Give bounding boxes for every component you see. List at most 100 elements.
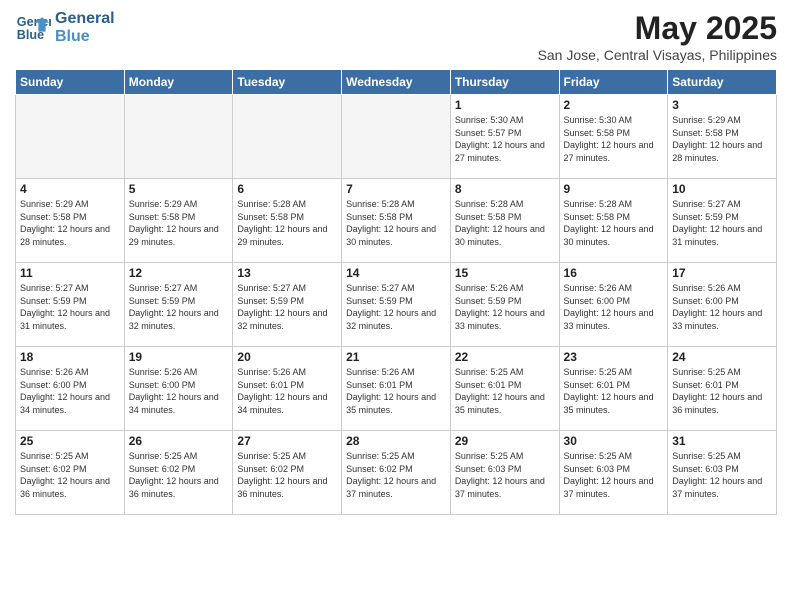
calendar-day-cell: 18 Sunrise: 5:26 AM Sunset: 6:00 PM Dayli…: [16, 347, 125, 431]
day-number: 15: [455, 266, 555, 280]
calendar-header-cell: Thursday: [450, 70, 559, 95]
day-number: 24: [672, 350, 772, 364]
calendar-day-cell: 20 Sunrise: 5:26 AM Sunset: 6:01 PM Dayli…: [233, 347, 342, 431]
logo: General Blue General Blue: [15, 10, 115, 46]
calendar-day-cell: 22 Sunrise: 5:25 AM Sunset: 6:01 PM Dayli…: [450, 347, 559, 431]
calendar-day-cell: 10Sunrise: 5:27 AM Sunset: 5:59 PM Dayli…: [668, 179, 777, 263]
calendar-header-cell: Sunday: [16, 70, 125, 95]
day-info: Sunrise: 5:28 AM Sunset: 5:58 PM Dayligh…: [346, 198, 446, 248]
day-number: 21: [346, 350, 446, 364]
calendar-day-cell: 31 Sunrise: 5:25 AM Sunset: 6:03 PM Dayli…: [668, 431, 777, 515]
calendar-day-cell: 25Sunrise: 5:25 AM Sunset: 6:02 PM Dayli…: [16, 431, 125, 515]
calendar-day-cell: 4 Sunrise: 5:29 AM Sunset: 5:58 PM Daylig…: [16, 179, 125, 263]
day-info: Sunrise: 5:25 AM Sunset: 6:01 PM Dayligh…: [564, 366, 664, 416]
calendar-day-cell: 11 Sunrise: 5:27 AM Sunset: 5:59 PM Dayli…: [16, 263, 125, 347]
calendar-day-cell: 26Sunrise: 5:25 AM Sunset: 6:02 PM Dayli…: [124, 431, 233, 515]
logo-line1: General: [55, 10, 115, 28]
calendar-day-cell: 17Sunrise: 5:26 AM Sunset: 6:00 PM Dayli…: [668, 263, 777, 347]
calendar-day-cell: 3 Sunrise: 5:29 AM Sunset: 5:58 PM Daylig…: [668, 95, 777, 179]
day-number: 16: [564, 266, 664, 280]
calendar-week-row: 11 Sunrise: 5:27 AM Sunset: 5:59 PM Dayli…: [16, 263, 777, 347]
calendar-day-cell: 30Sunrise: 5:25 AM Sunset: 6:03 PM Dayli…: [559, 431, 668, 515]
day-info: Sunrise: 5:26 AM Sunset: 5:59 PM Dayligh…: [455, 282, 555, 332]
day-info: Sunrise: 5:27 AM Sunset: 5:59 PM Dayligh…: [346, 282, 446, 332]
calendar-header-cell: Monday: [124, 70, 233, 95]
day-info: Sunrise: 5:29 AM Sunset: 5:58 PM Dayligh…: [672, 114, 772, 164]
day-number: 7: [346, 182, 446, 196]
day-number: 5: [129, 182, 229, 196]
day-info: Sunrise: 5:27 AM Sunset: 5:59 PM Dayligh…: [129, 282, 229, 332]
calendar-day-cell: [342, 95, 451, 179]
day-info: Sunrise: 5:26 AM Sunset: 6:00 PM Dayligh…: [564, 282, 664, 332]
day-number: 29: [455, 434, 555, 448]
logo-line2: Blue: [55, 28, 115, 46]
calendar-day-cell: 14 Sunrise: 5:27 AM Sunset: 5:59 PM Dayli…: [342, 263, 451, 347]
calendar-day-cell: 21Sunrise: 5:26 AM Sunset: 6:01 PM Dayli…: [342, 347, 451, 431]
calendar-day-cell: 16 Sunrise: 5:26 AM Sunset: 6:00 PM Dayli…: [559, 263, 668, 347]
calendar-header-cell: Wednesday: [342, 70, 451, 95]
calendar-day-cell: [124, 95, 233, 179]
calendar-day-cell: 7 Sunrise: 5:28 AM Sunset: 5:58 PM Daylig…: [342, 179, 451, 263]
calendar-day-cell: 8Sunrise: 5:28 AM Sunset: 5:58 PM Daylig…: [450, 179, 559, 263]
day-info: Sunrise: 5:25 AM Sunset: 6:01 PM Dayligh…: [455, 366, 555, 416]
day-info: Sunrise: 5:25 AM Sunset: 6:02 PM Dayligh…: [237, 450, 337, 500]
day-number: 31: [672, 434, 772, 448]
day-info: Sunrise: 5:25 AM Sunset: 6:03 PM Dayligh…: [672, 450, 772, 500]
day-number: 3: [672, 98, 772, 112]
day-number: 22: [455, 350, 555, 364]
day-number: 4: [20, 182, 120, 196]
day-info: Sunrise: 5:25 AM Sunset: 6:01 PM Dayligh…: [672, 366, 772, 416]
calendar-body: 1 Sunrise: 5:30 AM Sunset: 5:57 PM Daylig…: [16, 95, 777, 515]
calendar-week-row: 18 Sunrise: 5:26 AM Sunset: 6:00 PM Dayli…: [16, 347, 777, 431]
day-number: 9: [564, 182, 664, 196]
day-info: Sunrise: 5:26 AM Sunset: 6:00 PM Dayligh…: [20, 366, 120, 416]
day-number: 1: [455, 98, 555, 112]
calendar-day-cell: 27 Sunrise: 5:25 AM Sunset: 6:02 PM Dayli…: [233, 431, 342, 515]
calendar-day-cell: 6 Sunrise: 5:28 AM Sunset: 5:58 PM Daylig…: [233, 179, 342, 263]
title-block: May 2025 San Jose, Central Visayas, Phil…: [538, 10, 777, 63]
day-number: 25: [20, 434, 120, 448]
calendar-day-cell: 13Sunrise: 5:27 AM Sunset: 5:59 PM Dayli…: [233, 263, 342, 347]
day-number: 12: [129, 266, 229, 280]
calendar-header-cell: Friday: [559, 70, 668, 95]
day-info: Sunrise: 5:27 AM Sunset: 5:59 PM Dayligh…: [20, 282, 120, 332]
calendar-day-cell: 5 Sunrise: 5:29 AM Sunset: 5:58 PM Daylig…: [124, 179, 233, 263]
calendar-day-cell: 24 Sunrise: 5:25 AM Sunset: 6:01 PM Dayli…: [668, 347, 777, 431]
day-number: 6: [237, 182, 337, 196]
day-number: 11: [20, 266, 120, 280]
day-number: 27: [237, 434, 337, 448]
calendar-header-cell: Saturday: [668, 70, 777, 95]
logo-icon: General Blue: [15, 10, 51, 46]
day-number: 23: [564, 350, 664, 364]
day-info: Sunrise: 5:27 AM Sunset: 5:59 PM Dayligh…: [237, 282, 337, 332]
calendar-day-cell: 2Sunrise: 5:30 AM Sunset: 5:58 PM Daylig…: [559, 95, 668, 179]
day-info: Sunrise: 5:26 AM Sunset: 6:00 PM Dayligh…: [129, 366, 229, 416]
calendar-title: May 2025: [538, 10, 777, 47]
day-info: Sunrise: 5:30 AM Sunset: 5:58 PM Dayligh…: [564, 114, 664, 164]
day-info: Sunrise: 5:26 AM Sunset: 6:01 PM Dayligh…: [237, 366, 337, 416]
day-info: Sunrise: 5:26 AM Sunset: 6:00 PM Dayligh…: [672, 282, 772, 332]
day-number: 19: [129, 350, 229, 364]
calendar-header-cell: Tuesday: [233, 70, 342, 95]
day-info: Sunrise: 5:25 AM Sunset: 6:02 PM Dayligh…: [346, 450, 446, 500]
day-info: Sunrise: 5:29 AM Sunset: 5:58 PM Dayligh…: [20, 198, 120, 248]
day-number: 18: [20, 350, 120, 364]
calendar-day-cell: [233, 95, 342, 179]
day-info: Sunrise: 5:28 AM Sunset: 5:58 PM Dayligh…: [564, 198, 664, 248]
calendar-day-cell: 19 Sunrise: 5:26 AM Sunset: 6:00 PM Dayli…: [124, 347, 233, 431]
calendar-day-cell: 23 Sunrise: 5:25 AM Sunset: 6:01 PM Dayli…: [559, 347, 668, 431]
day-number: 14: [346, 266, 446, 280]
day-info: Sunrise: 5:25 AM Sunset: 6:03 PM Dayligh…: [455, 450, 555, 500]
calendar-day-cell: 1 Sunrise: 5:30 AM Sunset: 5:57 PM Daylig…: [450, 95, 559, 179]
day-info: Sunrise: 5:29 AM Sunset: 5:58 PM Dayligh…: [129, 198, 229, 248]
calendar-week-row: 25 Sunrise: 5:25 AM Sunset: 6:02 PM Dayli…: [16, 431, 777, 515]
day-number: 10: [672, 182, 772, 196]
day-number: 30: [564, 434, 664, 448]
day-info: Sunrise: 5:30 AM Sunset: 5:57 PM Dayligh…: [455, 114, 555, 164]
calendar-subtitle: San Jose, Central Visayas, Philippines: [538, 47, 777, 63]
calendar-page: General Blue General Blue May 2025 San J…: [0, 0, 792, 612]
day-info: Sunrise: 5:28 AM Sunset: 5:58 PM Dayligh…: [237, 198, 337, 248]
day-number: 20: [237, 350, 337, 364]
day-info: Sunrise: 5:28 AM Sunset: 5:58 PM Dayligh…: [455, 198, 555, 248]
day-info: Sunrise: 5:25 AM Sunset: 6:02 PM Dayligh…: [129, 450, 229, 500]
